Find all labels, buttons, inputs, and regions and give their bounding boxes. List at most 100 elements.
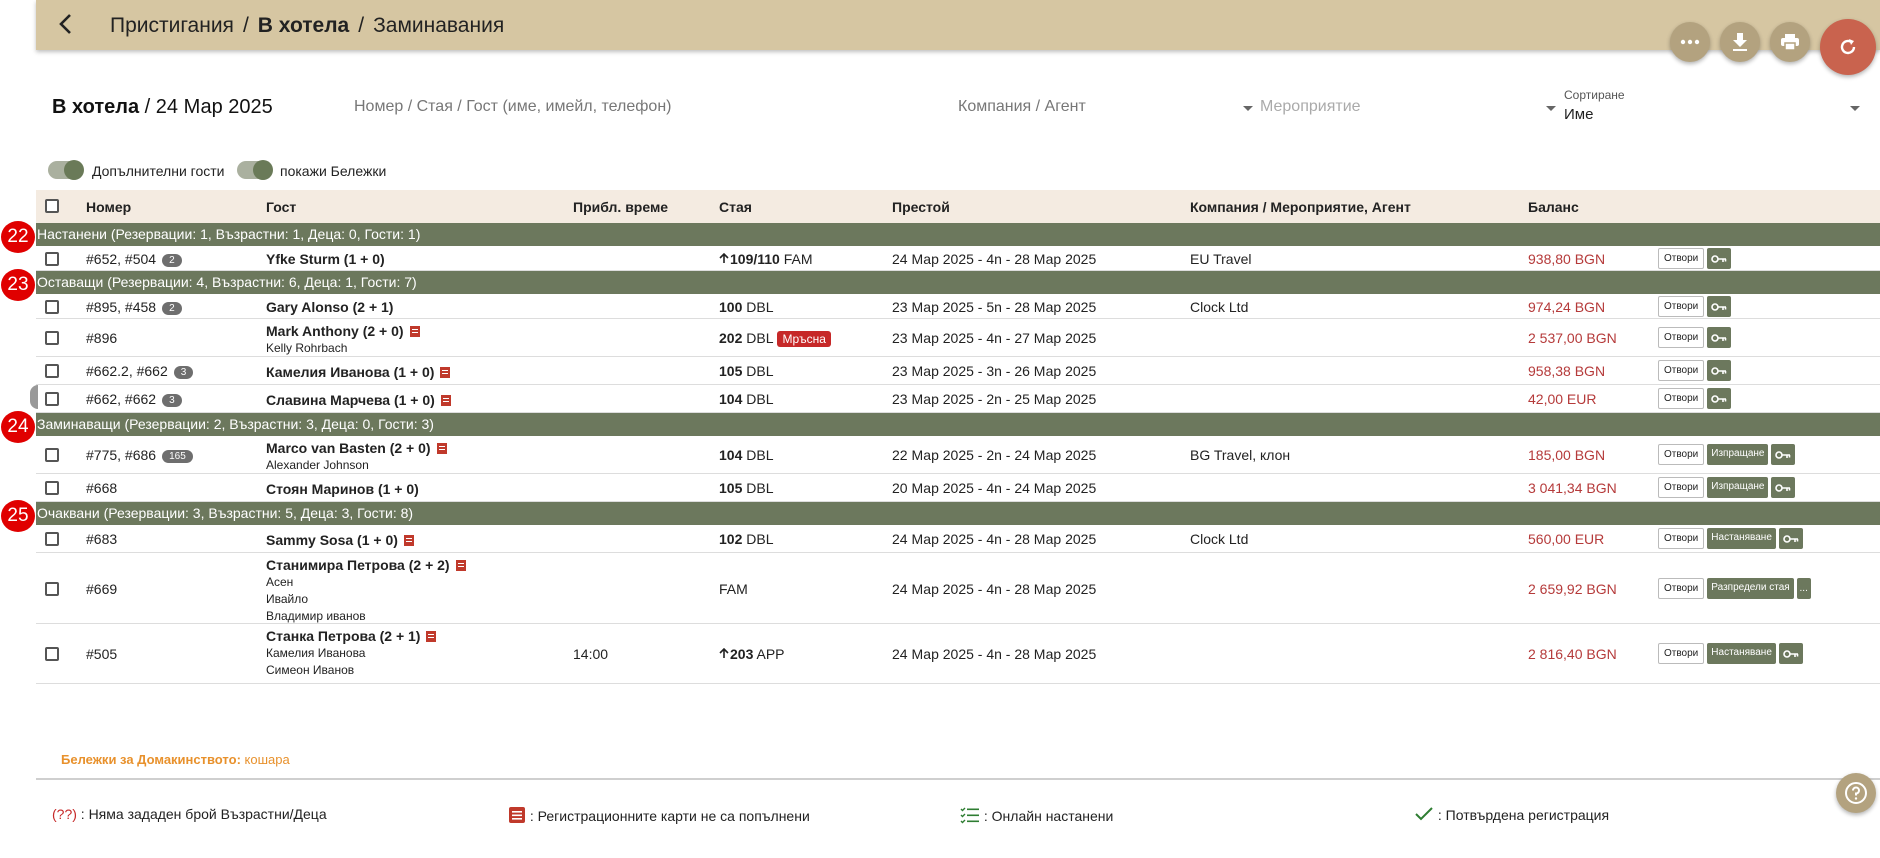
guest-name[interactable]: Стоян Маринов (1 + 0) (266, 481, 419, 497)
guest-cell[interactable]: Gary Alonso (2 + 1) (266, 299, 393, 316)
guest-cell[interactable]: Станка Петрова (2 + 1) Камелия Иванова Сим… (266, 628, 437, 679)
reservation-number[interactable]: #683 (86, 531, 117, 547)
col-eta[interactable]: Прибл. време (573, 199, 668, 215)
breadcrumb-in-hotel[interactable]: В хотела (258, 14, 349, 37)
row-checkbox[interactable] (45, 582, 59, 596)
table-row[interactable]: #669 Станимира Петрова (2 + 2) Асен Ивайло В… (36, 553, 1880, 624)
guest-name[interactable]: Славина Марчева (1 + 0) (266, 392, 435, 408)
row-checkbox[interactable] (45, 364, 59, 378)
more-options-button[interactable] (1670, 22, 1710, 62)
balance-amount[interactable]: 974,24 BGN (1528, 299, 1605, 315)
table-row[interactable]: #505 Станка Петрова (2 + 1) Камелия Иванов… (36, 624, 1880, 684)
col-company[interactable]: Компания / Мероприятие, Агент (1190, 199, 1411, 215)
back-button[interactable] (54, 12, 78, 36)
key-button[interactable] (1707, 388, 1732, 409)
open-button[interactable]: Отвори (1658, 327, 1705, 348)
guest-name[interactable]: Mark Anthony (2 + 0) (266, 323, 404, 339)
reservation-number[interactable]: #662.2, #662 3 (86, 363, 194, 379)
col-balance[interactable]: Баланс (1528, 199, 1579, 215)
open-button[interactable]: Отвори (1658, 388, 1705, 409)
guest-name[interactable]: Станимира Петрова (2 + 2) (266, 557, 450, 573)
table-row[interactable]: #652, #504 2 Yfke Sturm (1 + 0) 109/110 FAM… (36, 246, 1880, 271)
table-row[interactable]: #662, #662 3 Славина Марчева (1 + 0) 104 DB… (36, 385, 1880, 413)
chevron-down-icon[interactable] (1850, 106, 1860, 111)
row-checkbox[interactable] (45, 392, 59, 406)
col-guest[interactable]: Гост (266, 199, 296, 215)
table-row[interactable]: #668 Стоян Маринов (1 + 0) 105 DBL 20 Мар 2… (36, 474, 1880, 502)
breadcrumb-arrivals[interactable]: Пристигания (110, 14, 234, 37)
room-cell[interactable]: 104 DBL (719, 447, 773, 463)
row-checkbox[interactable] (45, 252, 59, 266)
breadcrumb-departures[interactable]: Заминавания (373, 14, 504, 37)
guest-cell[interactable]: Стоян Маринов (1 + 0) (266, 481, 419, 498)
key-button[interactable] (1707, 296, 1732, 317)
open-button[interactable]: Отвори (1658, 296, 1705, 317)
guest-name[interactable]: Gary Alonso (2 + 1) (266, 299, 393, 315)
select-all-checkbox[interactable] (45, 199, 59, 213)
chevron-down-icon[interactable] (1243, 106, 1253, 111)
table-row[interactable]: #683 Sammy Sosa (1 + 0) 102 DBL 24 Мар 2025… (36, 525, 1880, 553)
action-button[interactable]: Настаняване (1707, 643, 1776, 664)
balance-amount[interactable]: 42,00 EUR (1528, 391, 1596, 407)
reservation-number[interactable]: #775, #686 165 (86, 447, 193, 463)
sort-select[interactable]: Име (1564, 106, 1593, 123)
reservation-number[interactable]: #895, #458 2 (86, 299, 182, 315)
balance-amount[interactable]: 938,80 BGN (1528, 251, 1605, 267)
balance-amount[interactable]: 2 537,00 BGN (1528, 330, 1617, 346)
guest-name[interactable]: Станка Петрова (2 + 1) (266, 628, 420, 644)
open-button[interactable]: Отвори (1658, 444, 1705, 465)
key-button[interactable] (1778, 528, 1803, 549)
guest-cell[interactable]: Sammy Sosa (1 + 0) (266, 532, 414, 549)
table-row[interactable]: #775, #686 165 Marco van Basten (2 + 0) Ale… (36, 436, 1880, 474)
key-button[interactable] (1771, 477, 1796, 498)
row-checkbox[interactable] (45, 532, 59, 546)
search-input[interactable]: Номер / Стая / Гост (име, имейл, телефон… (354, 98, 671, 116)
balance-amount[interactable]: 2 659,92 BGN (1528, 581, 1617, 597)
company-agent-field[interactable]: Компания / Агент (958, 98, 1086, 116)
row-checkbox[interactable] (45, 300, 59, 314)
open-button[interactable]: Отвори (1658, 643, 1705, 664)
action-button[interactable]: Изпращане (1707, 477, 1769, 498)
open-button[interactable]: Отвори (1658, 477, 1705, 498)
group-header[interactable]: 24 Заминаващи (Резервации: 2, Възрастни: … (1, 411, 1880, 443)
show-notes-toggle[interactable] (237, 160, 273, 180)
action-button[interactable]: Изпращане (1707, 444, 1769, 465)
reservation-number[interactable]: #896 (86, 330, 117, 346)
row-checkbox[interactable] (45, 448, 59, 462)
action-button[interactable]: Разпредели стая (1707, 578, 1794, 599)
help-button[interactable] (1836, 773, 1876, 813)
balance-amount[interactable]: 185,00 BGN (1528, 447, 1605, 463)
room-cell[interactable]: 104 DBL (719, 391, 773, 407)
balance-amount[interactable]: 2 816,40 BGN (1528, 646, 1617, 662)
room-cell[interactable]: 203 APP (719, 646, 785, 662)
reservation-number[interactable]: #505 (86, 646, 117, 662)
room-cell[interactable]: FAM (719, 581, 748, 597)
room-cell[interactable]: 109/110 FAM (719, 251, 813, 267)
room-cell[interactable]: 202 DBL Мръсна (719, 330, 831, 347)
row-checkbox[interactable] (45, 331, 59, 345)
reservation-number[interactable]: #652, #504 2 (86, 251, 182, 267)
row-checkbox[interactable] (45, 647, 59, 661)
refresh-button[interactable] (1820, 19, 1876, 75)
guest-cell[interactable]: Mark Anthony (2 + 0) Kelly Rohrbach (266, 323, 420, 357)
key-button[interactable] (1771, 444, 1796, 465)
room-cell[interactable]: 102 DBL (719, 531, 773, 547)
group-header[interactable]: 23 Оставащи (Резервации: 4, Възрастни: 6,… (1, 269, 1880, 301)
table-row[interactable]: #662.2, #662 3 Камелия Иванова (1 + 0) 105 … (36, 357, 1880, 385)
room-cell[interactable]: 100 DBL (719, 299, 773, 315)
more-actions-button[interactable]: ... (1796, 578, 1811, 599)
guest-cell[interactable]: Marco van Basten (2 + 0) Alexander Johnso… (266, 440, 447, 474)
key-button[interactable] (1778, 643, 1803, 664)
guest-name[interactable]: Yfke Sturm (1 + 0) (266, 251, 385, 267)
guest-name[interactable]: Sammy Sosa (1 + 0) (266, 532, 398, 548)
guest-name[interactable]: Камелия Иванова (1 + 0) (266, 364, 434, 380)
open-button[interactable]: Отвори (1658, 578, 1705, 599)
table-row[interactable]: #896 Mark Anthony (2 + 0) Kelly Rohrbach 20… (36, 319, 1880, 357)
reservation-number[interactable]: #668 (86, 480, 117, 496)
col-room[interactable]: Стая (719, 199, 752, 215)
open-button[interactable]: Отвори (1658, 360, 1705, 381)
guest-cell[interactable]: Славина Марчева (1 + 0) (266, 392, 451, 409)
balance-amount[interactable]: 560,00 EUR (1528, 531, 1604, 547)
print-button[interactable] (1770, 22, 1810, 62)
balance-amount[interactable]: 958,38 BGN (1528, 363, 1605, 379)
